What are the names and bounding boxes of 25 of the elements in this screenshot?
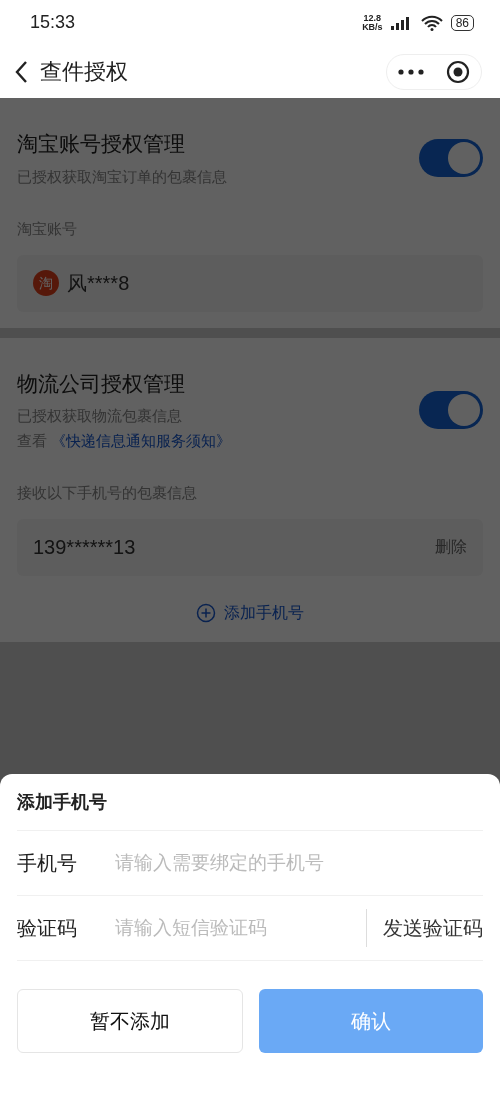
network-speed-value: 12.8 [362,13,383,23]
add-phone-button[interactable]: 添加手机号 [190,599,310,626]
close-target-icon[interactable] [446,59,470,84]
plus-circle-icon [196,602,216,623]
account-name: 风****8 [67,271,130,296]
sheet-title: 添加手机号 [17,774,483,831]
toggle-switch[interactable] [419,390,483,429]
field-label: 验证码 [17,916,78,941]
status-time: 15:33 [30,11,76,34]
back-icon[interactable] [14,59,28,84]
send-code-button[interactable]: 发送验证码 [366,909,483,947]
section-title: 淘宝账号授权管理 [17,131,186,157]
confirm-button[interactable]: 确认 [259,989,483,1053]
notice-link[interactable]: 《快递信息通知服务须知》 [51,429,231,452]
field-label: 手机号 [17,851,78,876]
page-title: 查件授权 [40,58,128,86]
toggle-switch[interactable] [419,139,483,177]
shop-logo-icon: 淘 [33,270,59,296]
wifi-icon [420,14,443,31]
skip-button[interactable]: 暂不添加 [17,989,243,1053]
battery-indicator: 86 [450,14,474,31]
phone-number: 139******13 [33,535,136,560]
more-icon[interactable] [398,68,424,75]
section-title: 物流公司授权管理 [17,370,186,397]
network-speed-unit: KB/s [362,22,383,32]
